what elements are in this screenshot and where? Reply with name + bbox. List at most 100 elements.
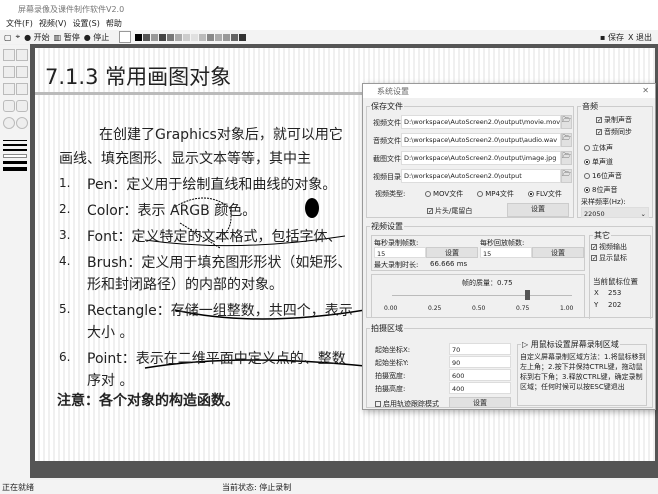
show-mouse-checkbox[interactable]: ✓ 显示鼠标 xyxy=(591,253,627,263)
leave-blank-checkbox[interactable]: ✓ 片头/尾留白 xyxy=(427,206,472,216)
color-swatch[interactable] xyxy=(151,33,159,41)
fps-set-button[interactable]: 设置 xyxy=(426,247,478,258)
leave-blank-label: 片头/尾留白 xyxy=(435,207,473,215)
video-type-radio[interactable]: FLV文件 xyxy=(527,189,562,199)
list-item: Brush：定义用于填充图形形状（如矩形、 xyxy=(87,255,352,271)
color-swatch[interactable] xyxy=(223,33,231,41)
group-title: 音频 xyxy=(581,101,599,112)
roundrect-tool[interactable] xyxy=(3,100,15,112)
quality-slider-thumb[interactable] xyxy=(525,290,530,300)
exit-button[interactable]: X 退出 xyxy=(628,32,652,43)
mouse-area-box: ▷ 用鼠标设置屏幕录制区域 自定义屏幕录制区域方法：1.将鼠标移到左上角；2.按… xyxy=(517,339,647,406)
path-label: 截图文件 xyxy=(373,155,401,163)
area-input[interactable]: 90 xyxy=(449,356,511,368)
sample-rate-value: 22050 xyxy=(584,210,605,218)
color-swatch[interactable] xyxy=(191,33,199,41)
browse-button[interactable]: 🗁 xyxy=(561,115,572,129)
8bit-label: 8位声音 xyxy=(592,186,618,194)
y-label: Y xyxy=(594,301,599,309)
status-bar: 正在就绪 当前状态: 停止录制 xyxy=(0,480,658,494)
color-swatch[interactable] xyxy=(159,33,167,41)
path-input[interactable]: D:\workspace\AutoScreen2.0\output\audio.… xyxy=(401,133,561,147)
color-swatch[interactable] xyxy=(231,33,239,41)
quality-box: 帧的质量：0.75 0.00 0.25 0.50 0.75 1.00 xyxy=(371,274,585,318)
app-title: 屏幕录像及课件制作软件V2.0 xyxy=(18,5,125,14)
line-width-picker[interactable] xyxy=(3,137,27,174)
other-group: 其它 ✓ 视频输出 ✓ 显示鼠标 当前鼠标位置 X 253 Y 202 xyxy=(589,230,651,319)
ellipse-fill-tool[interactable] xyxy=(16,117,28,129)
area-set-button[interactable]: 设置 xyxy=(449,397,511,408)
video-type-label: FLV文件 xyxy=(535,190,562,198)
color-swatch[interactable] xyxy=(239,33,247,41)
ellipse-tool[interactable] xyxy=(3,117,15,129)
current-color[interactable] xyxy=(119,31,132,43)
color-swatch[interactable] xyxy=(143,33,151,41)
browse-button[interactable]: 🗁 xyxy=(561,151,572,165)
browse-button[interactable]: 🗁 xyxy=(561,169,572,183)
slider-tick-label: 0.75 xyxy=(516,305,530,312)
menu-settings[interactable]: 设置(S) xyxy=(73,19,100,28)
color-swatch[interactable] xyxy=(167,33,175,41)
group-title: 其它 xyxy=(593,230,611,241)
mouse-area-title[interactable]: ▷ 用鼠标设置屏幕录制区域 xyxy=(521,339,620,350)
mouse-pos-title: 当前鼠标位置 xyxy=(593,277,638,286)
quality-slider-track[interactable] xyxy=(392,295,572,296)
path-input[interactable]: D:\workspace\AutoScreen2.0\output xyxy=(401,169,561,183)
video-type-radio[interactable]: MOV文件 xyxy=(425,189,463,199)
8bit-radio[interactable]: 8位声音 xyxy=(584,185,617,195)
record-sound-checkbox[interactable]: ✓ 录制声音 xyxy=(596,115,632,125)
area-label: 起始坐标X: xyxy=(375,346,411,354)
video-type-radio[interactable]: MP4文件 xyxy=(477,189,514,199)
16bit-radio[interactable]: 16位声音 xyxy=(584,171,622,181)
save-button[interactable]: ▪ 保存 xyxy=(600,32,624,43)
start-button[interactable]: ● 开始 xyxy=(24,32,50,43)
mono-radio[interactable]: 单声道 xyxy=(584,157,613,167)
stereo-label: 立体声 xyxy=(592,144,613,152)
cursor-icon: ▷ xyxy=(522,340,531,349)
color-swatch[interactable] xyxy=(183,33,191,41)
eyedropper-tool[interactable] xyxy=(16,49,28,61)
menu-file[interactable]: 文件(F) xyxy=(6,19,33,28)
radio-icon xyxy=(527,191,534,197)
menu-help[interactable]: 帮助 xyxy=(106,19,122,28)
save-set-button[interactable]: 设置 xyxy=(507,203,569,217)
pen-tool[interactable] xyxy=(3,66,15,78)
area-input[interactable]: 400 xyxy=(449,382,511,394)
rect-fill-tool[interactable] xyxy=(16,83,28,95)
new-icon[interactable]: ▢ xyxy=(4,33,12,42)
audio-sync-checkbox[interactable]: ✓ 音频同步 xyxy=(596,127,632,137)
group-title: 视频设置 xyxy=(370,221,404,232)
rect-outline-tool[interactable] xyxy=(3,83,15,95)
fps-input[interactable]: 15 xyxy=(374,247,426,258)
pause-button[interactable]: ▥ 暂停 xyxy=(54,32,80,43)
close-icon[interactable]: ✕ xyxy=(642,86,649,95)
slider-tick-label: 0.25 xyxy=(428,305,442,312)
pointer-tool[interactable] xyxy=(3,49,15,61)
playback-input[interactable]: 15 xyxy=(480,247,532,258)
video-output-checkbox[interactable]: ✓ 视频输出 xyxy=(591,242,627,252)
color-swatch[interactable] xyxy=(207,33,215,41)
color-swatch[interactable] xyxy=(135,33,143,41)
color-swatch[interactable] xyxy=(199,33,207,41)
area-input[interactable]: 600 xyxy=(449,369,511,381)
color-swatch[interactable] xyxy=(175,33,183,41)
path-input[interactable]: D:\workspace\AutoScreen2.0\output\image.… xyxy=(401,151,561,165)
roundrect-fill-tool[interactable] xyxy=(16,100,28,112)
stereo-radio[interactable]: 立体声 xyxy=(584,143,613,153)
path-input[interactable]: D:\workspace\AutoScreen2.0\output\movie.… xyxy=(401,115,561,129)
stop-button[interactable]: ● 停止 xyxy=(84,32,110,43)
sample-rate-select[interactable]: 22050 ⌄ xyxy=(581,207,649,218)
track-mode-checkbox[interactable]: 启用轨迹跟踪模式 xyxy=(375,399,439,409)
select-icon[interactable]: ⌖ xyxy=(16,32,21,42)
browse-button[interactable]: 🗁 xyxy=(561,133,572,147)
menu-video[interactable]: 视频(V) xyxy=(39,19,67,28)
color-swatch[interactable] xyxy=(215,33,223,41)
mouse-x-value: 253 xyxy=(608,289,622,297)
playback-set-button[interactable]: 设置 xyxy=(532,247,584,258)
area-input[interactable]: 70 xyxy=(449,343,511,355)
slider-tick-label: 1.00 xyxy=(560,305,574,312)
audio-group: 音频 ✓ 录制声音 ✓ 音频同步 立体声 单声道 16位声音 8位声音 采样频率(H… xyxy=(577,101,653,218)
quality-label: 帧的质量：0.75 xyxy=(462,279,513,287)
line-tool[interactable] xyxy=(16,66,28,78)
item-number: 3. xyxy=(59,228,71,242)
